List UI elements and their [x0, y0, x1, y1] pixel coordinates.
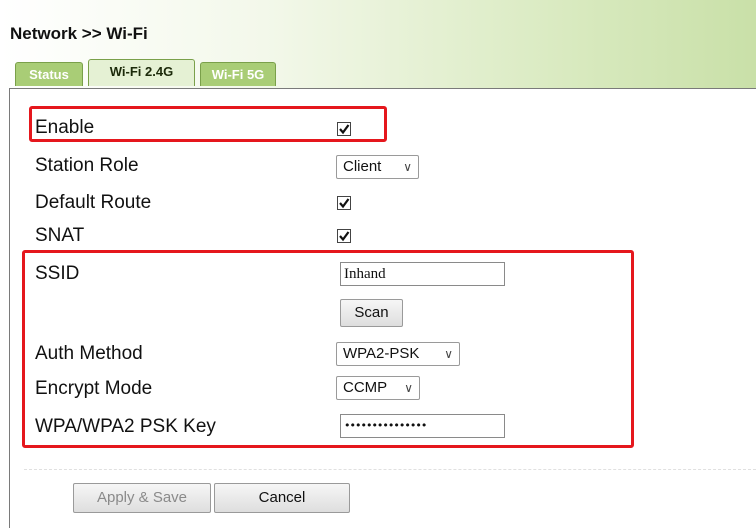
tab-wifi-5g[interactable]: Wi-Fi 5G	[200, 62, 276, 86]
default-route-checkbox[interactable]	[337, 196, 351, 210]
tab-status[interactable]: Status	[15, 62, 83, 86]
station-role-value: Client	[343, 158, 382, 175]
station-role-select[interactable]: Client ∨	[336, 155, 419, 179]
default-route-label: Default Route	[35, 192, 152, 213]
station-role-label: Station Role	[35, 155, 139, 176]
chevron-down-icon: ∨	[403, 160, 412, 174]
checkmark-icon	[339, 231, 350, 242]
divider	[24, 469, 756, 470]
page-title: Network >> Wi-Fi	[10, 24, 148, 43]
highlight-box-wifi-settings	[22, 250, 634, 448]
tab-wifi-2-4g[interactable]: Wi-Fi 2.4G	[88, 59, 195, 86]
snat-checkbox[interactable]	[337, 229, 351, 243]
snat-label: SNAT	[35, 225, 85, 246]
checkmark-icon	[339, 198, 350, 209]
highlight-box-enable	[29, 106, 387, 142]
